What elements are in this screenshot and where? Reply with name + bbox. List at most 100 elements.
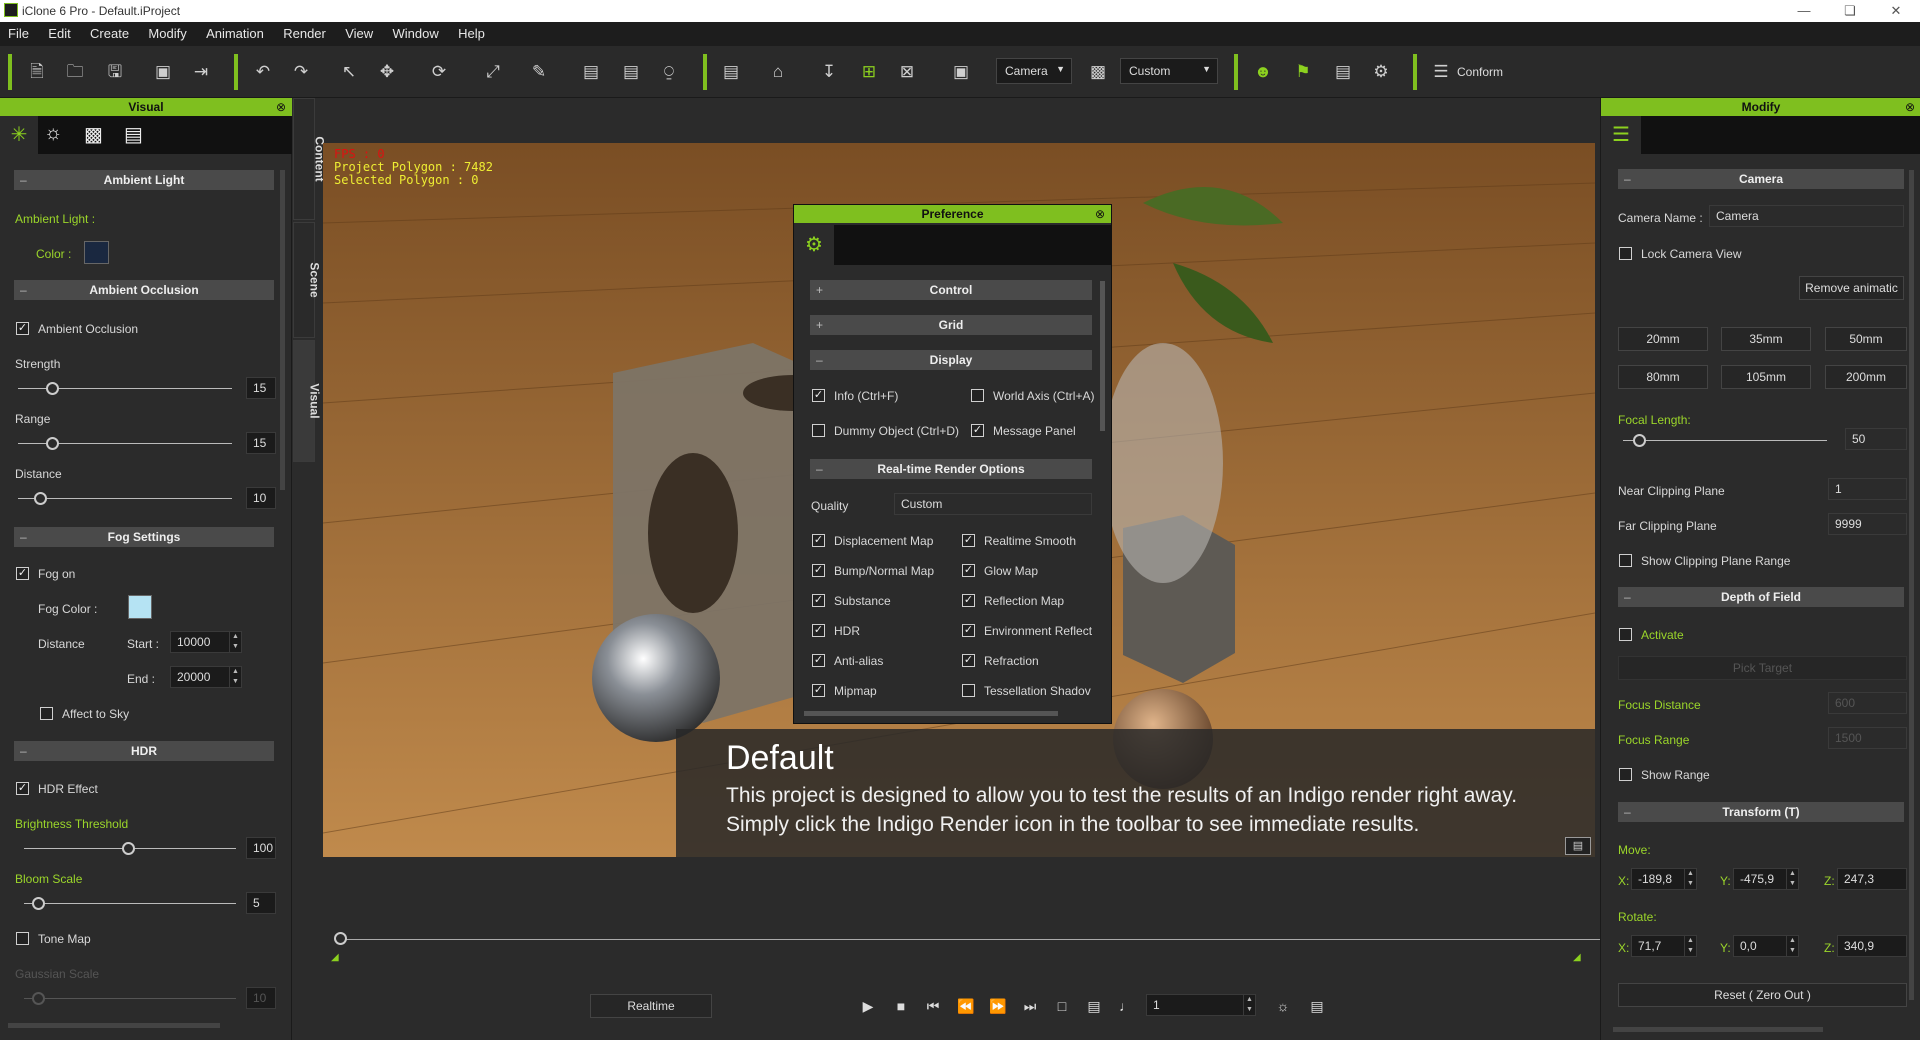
sun-settings-icon[interactable]: ☼ [1272,995,1294,1017]
background-tab-icon[interactable]: ▤ [124,122,143,147]
character-icon[interactable]: ☻ [1250,59,1276,85]
tone-map-checkbox[interactable] [16,932,29,945]
fast-forward-icon[interactable]: ⏩ [987,995,1009,1017]
info-checkbox[interactable]: ✓ [812,389,825,402]
go-to-end-icon[interactable]: ⏭ [1019,995,1041,1017]
distance-slider-track[interactable] [18,498,232,499]
range-end-marker[interactable]: ◢ [1573,952,1581,963]
ambient-light-section[interactable]: – Ambient Light [14,170,274,190]
menu-modify[interactable]: Modify [148,22,186,41]
frame-input[interactable]: 1 ▲ ▼ [1146,994,1256,1016]
align-icon[interactable]: ▤ [618,59,644,85]
brightness-slider-knob[interactable] [122,842,135,855]
fit-icon[interactable]: ↧ [816,59,842,85]
preview-icon[interactable]: ▣ [150,59,176,85]
select-arrow-icon[interactable]: ↖ [336,59,362,85]
modify-hscrollbar[interactable] [1613,1027,1823,1032]
menu-file[interactable]: File [8,22,29,41]
close-preference-icon[interactable]: ⊗ [1095,205,1105,223]
show-clipping-checkbox[interactable] [1619,554,1632,567]
render-quality-select[interactable]: Custom ▼ [1120,58,1218,84]
range-slider-knob[interactable] [46,437,59,450]
realtime-smooth-checkbox[interactable]: ✓ [962,534,975,547]
activate-dof-checkbox[interactable] [1619,628,1632,641]
refraction-checkbox[interactable]: ✓ [962,654,975,667]
menu-view[interactable]: View [345,22,373,41]
snap-icon[interactable]: ✎ [526,59,552,85]
frame-icon[interactable]: ▣ [948,59,974,85]
fog-on-checkbox[interactable]: ✓ [16,567,29,580]
lock-camera-checkbox[interactable] [1619,247,1632,260]
move-y-input[interactable]: -475,9 ▲ ▼ [1733,868,1799,890]
range-start-marker[interactable]: ◢ [331,952,339,963]
modify-sliders-icon[interactable]: ☰ [1601,116,1641,154]
zoom-extent-icon[interactable]: ⊞ [856,59,882,85]
grid-section[interactable]: + Grid [810,315,1092,335]
conform-icon[interactable]: ☰ [1428,59,1454,85]
world-axis-checkbox[interactable] [971,389,984,402]
save-icon[interactable]: 🖫 [102,59,128,85]
reset-zero-out-button[interactable]: Reset ( Zero Out ) [1618,983,1907,1007]
distance-value[interactable]: 10 [246,487,276,509]
environment-reflect-checkbox[interactable]: ✓ [962,624,975,637]
undo-icon[interactable]: ↶ [250,59,276,85]
move-z-input[interactable]: 247,3 [1837,868,1907,890]
camera-select[interactable]: Camera ▼ [996,58,1072,84]
audio-icon[interactable]: ♩ [1115,995,1137,1017]
glow-map-checkbox[interactable]: ✓ [962,564,975,577]
rewind-icon[interactable]: ⏪ [955,995,977,1017]
light-tab-icon[interactable]: ☼ [44,122,62,145]
hdr-effect-checkbox[interactable]: ✓ [16,782,29,795]
bloom-value[interactable]: 5 [246,892,276,914]
rotate-z-input[interactable]: 340,9 [1837,935,1907,957]
fog-settings-section[interactable]: – Fog Settings [14,527,274,547]
hdr-section[interactable]: – HDR [14,741,274,761]
reflection-map-checkbox[interactable]: ✓ [962,594,975,607]
open-folder-icon[interactable]: 🗀 [62,59,88,85]
loop-icon[interactable]: □ [1051,995,1073,1017]
show-range-checkbox[interactable] [1619,768,1632,781]
focal-slider-knob[interactable] [1633,434,1646,447]
scale-icon[interactable]: ⤢ [480,59,506,85]
lens-20mm-button[interactable]: 20mm [1618,327,1708,351]
anti-alias-checkbox[interactable]: ✓ [812,654,825,667]
menu-render[interactable]: Render [283,22,326,41]
panel-scrollbar[interactable] [280,170,285,490]
range-value[interactable]: 15 [246,432,276,454]
ambient-occlusion-checkbox[interactable]: ✓ [16,322,29,335]
gear-icon[interactable]: ⚙ [794,225,834,265]
lens-80mm-button[interactable]: 80mm [1618,365,1708,389]
lens-50mm-button[interactable]: 50mm [1825,327,1907,351]
strength-value[interactable]: 15 [246,377,276,399]
close-button[interactable]: ✕ [1873,0,1919,22]
move-icon[interactable]: ✥ [374,59,400,85]
affect-sky-checkbox[interactable] [40,707,53,720]
menu-help[interactable]: Help [458,22,485,41]
export-icon[interactable]: ⇥ [188,59,214,85]
camera-name-input[interactable]: Camera [1709,205,1904,227]
message-panel-checkbox[interactable]: ✓ [971,424,984,437]
timeline-toggle-icon[interactable]: ▤ [1306,995,1328,1017]
view-cube-icon[interactable]: ⊠ [894,59,920,85]
remove-animation-button[interactable]: Remove animatic [1799,276,1904,300]
menu-edit[interactable]: Edit [48,22,70,41]
conform-button[interactable]: Conform [1457,65,1503,79]
lens-35mm-button[interactable]: 35mm [1721,327,1811,351]
mipmap-checkbox[interactable]: ✓ [812,684,825,697]
move-x-input[interactable]: -189,8 ▲ ▼ [1631,868,1697,890]
bump-normal-checkbox[interactable]: ✓ [812,564,825,577]
bloom-slider-knob[interactable] [32,897,45,910]
tab-scene[interactable]: Scene [293,222,322,338]
brightness-value[interactable]: 100 [246,837,276,859]
transform-section[interactable]: – Transform (T) [1618,802,1904,822]
strength-slider-knob[interactable] [46,382,59,395]
home-icon[interactable]: ⌂ [765,59,791,85]
dummy-object-checkbox[interactable] [812,424,825,437]
maximize-button[interactable]: ❏ [1827,0,1873,22]
close-modify-icon[interactable]: ⊗ [1905,98,1915,116]
distance-slider-knob[interactable] [34,492,47,505]
image-tab-icon[interactable]: ▩ [84,122,103,147]
message-panel-icon[interactable]: ▤ [1565,837,1591,855]
link-icon[interactable]: ⍜ [656,59,682,85]
tab-content[interactable]: Content [293,98,327,220]
